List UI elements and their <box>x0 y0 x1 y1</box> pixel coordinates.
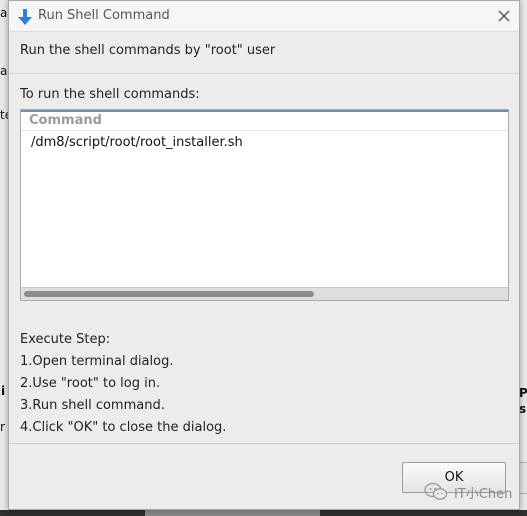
dialog-titlebar[interactable]: Run Shell Command <box>9 1 519 32</box>
header-divider <box>9 73 519 74</box>
dialog-header-text: Run the shell commands by "root" user <box>20 43 276 58</box>
steps-title: Execute Step: <box>20 332 111 347</box>
bg-fragment: s <box>519 402 527 416</box>
step-item: 3.Run shell command. <box>20 398 165 413</box>
bg-fragment: r <box>0 420 5 434</box>
run-commands-label: To run the shell commands: <box>20 87 200 102</box>
command-cell: /dm8/script/root/root_installer.sh <box>31 135 243 150</box>
step-item: 1.Open terminal dialog. <box>20 354 174 369</box>
bg-fragment: a <box>0 6 8 20</box>
wechat-icon <box>424 482 448 500</box>
dialog-content: Run the shell commands by "root" user To… <box>9 33 519 442</box>
table-row[interactable]: /dm8/script/root/root_installer.sh <box>21 132 508 154</box>
watermark-text: IT小Chen <box>454 487 513 502</box>
step-item: 4.Click "OK" to close the dialog. <box>20 420 227 435</box>
table-column-header[interactable]: Command <box>21 110 508 131</box>
bg-taskbar-strip <box>0 510 527 516</box>
bg-fragment: P <box>519 386 527 400</box>
horizontal-scrollbar[interactable] <box>21 287 508 300</box>
scrollbar-thumb[interactable] <box>24 291 314 297</box>
command-table[interactable]: Command /dm8/script/root/root_installer.… <box>20 109 509 301</box>
run-shell-command-dialog: Run Shell Command Run the shell commands… <box>8 0 520 510</box>
close-icon[interactable] <box>495 7 513 25</box>
execute-steps: Execute Step: 1.Open terminal dialog. 2.… <box>20 329 226 439</box>
dialog-title: Run Shell Command <box>38 8 170 23</box>
column-header-command: Command <box>29 113 102 128</box>
bg-fragment: i <box>1 384 6 398</box>
download-arrow-icon <box>18 9 32 25</box>
step-item: 2.Use "root" to log in. <box>20 376 161 391</box>
